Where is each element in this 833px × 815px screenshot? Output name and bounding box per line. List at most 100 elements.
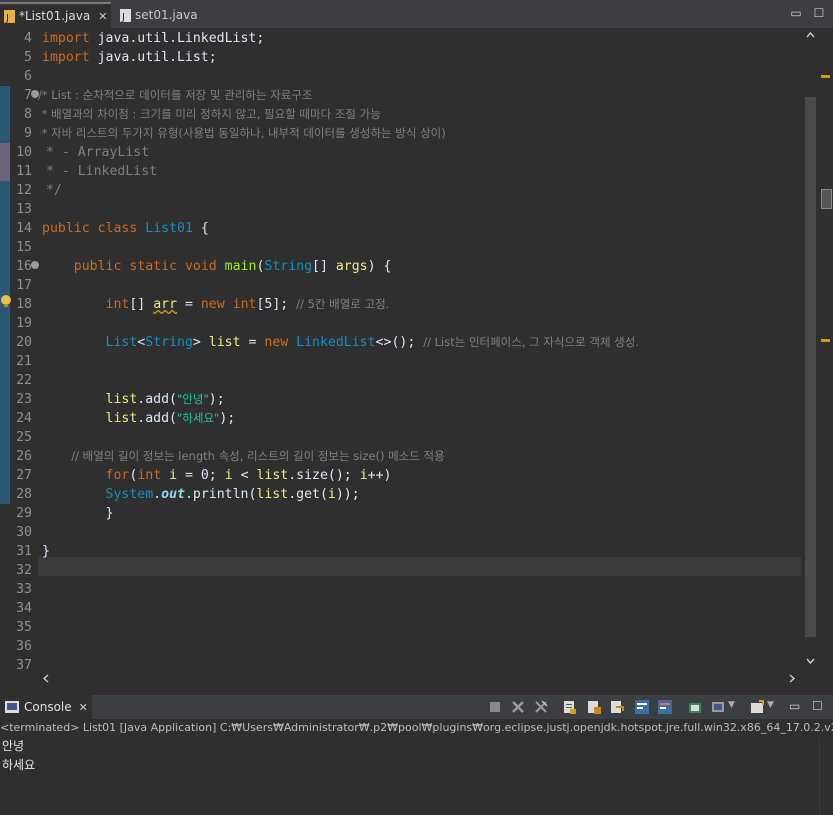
java-file-icon: J <box>4 9 15 23</box>
token: import <box>42 50 90 65</box>
minimize-icon[interactable]: ▭ <box>789 699 800 713</box>
tab-set01-java[interactable]: J set01.java <box>116 3 216 27</box>
line-number: 10 <box>16 145 32 160</box>
code-line: import java.util.LinkedList; <box>42 29 264 48</box>
vertical-scrollbar[interactable] <box>802 29 819 669</box>
open-console-icon[interactable] <box>750 700 764 714</box>
token: "하세요" <box>177 411 220 425</box>
display-selected-console-icon[interactable] <box>711 700 725 714</box>
token: void <box>184 259 217 274</box>
token: java.util.LinkedList; <box>89 31 265 46</box>
minimize-icon[interactable]: ▭ <box>789 6 803 20</box>
token: i <box>359 468 368 483</box>
token: < <box>232 468 257 483</box>
code-line: System.out.println(list.get(i)); <box>42 485 360 504</box>
code-line: list.add("안녕"); <box>42 390 225 409</box>
console-output-line: 하세요 <box>2 758 36 772</box>
token: int <box>105 297 130 312</box>
code-line: // 배열의 길이 정보는 length 속성, 리스트의 길이 정보는 siz… <box>42 447 444 466</box>
line-number: 12 <box>16 183 32 198</box>
line-number: 29 <box>16 506 32 521</box>
scroll-lock-icon[interactable] <box>587 700 601 714</box>
code-line: public static void main(String[] args) { <box>42 257 392 276</box>
ruler-warning-marker[interactable] <box>821 75 830 78</box>
token: list <box>105 392 138 407</box>
show-console-on-error-icon[interactable] <box>658 700 672 714</box>
token: ); <box>219 411 236 426</box>
token: = <box>240 335 265 350</box>
clear-console-icon[interactable] <box>563 700 577 714</box>
line-number: 36 <box>16 639 32 654</box>
token: .add( <box>137 411 177 426</box>
maximize-icon[interactable]: ☐ <box>812 699 823 713</box>
warning-lightbulb-icon[interactable] <box>0 294 12 308</box>
token: int <box>232 297 257 312</box>
token: new <box>200 297 225 312</box>
token: java.util.List; <box>89 50 217 65</box>
token: list <box>256 487 289 502</box>
scroll-left-icon[interactable] <box>42 674 50 683</box>
close-tab-icon[interactable]: ✕ <box>98 10 107 23</box>
maximize-icon[interactable]: ☐ <box>812 6 826 20</box>
ruler-warning-marker[interactable] <box>821 339 830 342</box>
console-icon <box>5 701 19 713</box>
tab-list01-java[interactable]: J *List01.java ✕ <box>0 2 111 28</box>
line-number: 9 <box>24 126 32 141</box>
token: .println( <box>184 487 257 502</box>
horizontal-scrollbar[interactable] <box>38 670 801 687</box>
token: ); <box>208 392 225 407</box>
line-number: 8 <box>24 107 32 122</box>
console-toolbar: Console ✕ ▼ ▼ ▭ ☐ <box>0 695 833 719</box>
code-line: /* List : 순차적으로 데이터를 저장 및 관리하는 자료구조 <box>38 86 312 105</box>
scroll-up-icon[interactable] <box>806 31 815 39</box>
token: ++) <box>367 468 392 483</box>
overview-ruler[interactable] <box>819 29 833 669</box>
chevron-down-icon[interactable]: ▼ <box>767 700 774 710</box>
show-console-on-output-icon[interactable] <box>635 700 649 714</box>
code-editor[interactable]: 4 5 6 7 8 9 10 11 12 13 14 15 16 17 18 1… <box>0 29 833 688</box>
tab-label: set01.java <box>135 8 198 22</box>
scroll-thumb[interactable] <box>805 97 816 637</box>
close-console-icon[interactable]: ✕ <box>79 701 88 714</box>
token: out <box>161 487 185 502</box>
token: = <box>177 297 201 312</box>
pin-console-icon[interactable] <box>688 700 702 714</box>
scroll-right-icon[interactable] <box>788 674 796 683</box>
line-number: 26 <box>16 449 32 464</box>
scroll-down-icon[interactable] <box>806 657 815 665</box>
token: class <box>97 221 138 236</box>
token: i <box>327 487 336 502</box>
console-scrollbar[interactable] <box>819 737 833 815</box>
console-output[interactable]: 안녕 하세요 <box>0 737 820 815</box>
token: . <box>153 487 162 502</box>
console-output-line: 안녕 <box>2 739 25 753</box>
line-number: 33 <box>16 582 32 597</box>
token: ) { <box>367 259 392 274</box>
token: [] <box>129 297 154 312</box>
line-number: 17 <box>16 278 32 293</box>
line-number: 19 <box>16 316 32 331</box>
token: // List는 인터페이스, 그 자식으로 객체 생성. <box>423 335 639 349</box>
line-number: 7 <box>24 88 32 103</box>
ruler-viewport-marker[interactable] <box>821 189 832 209</box>
token: list <box>208 335 241 350</box>
token: i <box>224 468 233 483</box>
remove-launch-icon[interactable] <box>511 700 525 714</box>
chevron-down-icon[interactable]: ▼ <box>728 700 735 710</box>
tab-console[interactable]: Console ✕ <box>0 695 92 719</box>
line-number: 34 <box>16 601 32 616</box>
terminate-icon[interactable] <box>488 700 502 714</box>
code-text-area[interactable]: import java.util.LinkedList; import java… <box>38 29 801 669</box>
remove-all-terminated-icon[interactable] <box>534 700 548 714</box>
code-line: import java.util.List; <box>42 48 217 67</box>
code-line: * 자바 리스트의 두가지 유형(사용법 동일하나, 내부적 데이터를 생성하는… <box>38 124 446 143</box>
line-number: 25 <box>16 430 32 445</box>
code-line: for(int i = 0; i < list.size(); i++) <box>42 466 392 485</box>
word-wrap-icon[interactable] <box>610 700 624 714</box>
line-number: 15 <box>16 240 32 255</box>
